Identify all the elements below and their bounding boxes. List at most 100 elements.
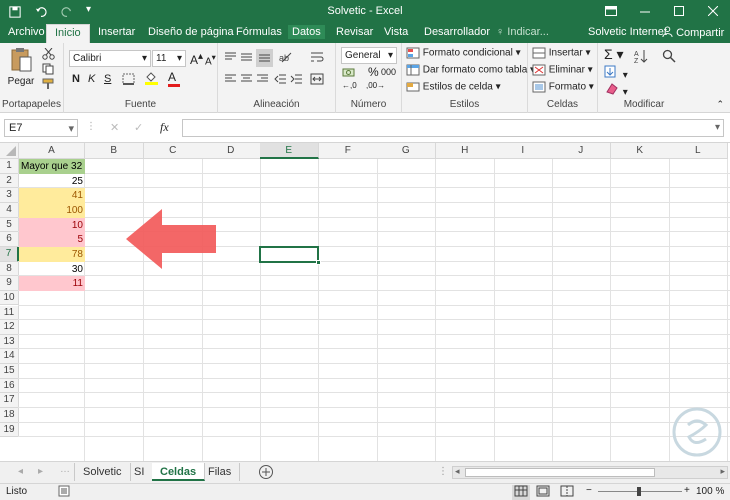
format-cells-button[interactable]: Formato ▾ [532, 81, 594, 93]
align-middle-icon[interactable] [240, 51, 253, 65]
borders-icon[interactable] [122, 73, 136, 88]
sheet-tab-celdas[interactable]: Celdas [152, 463, 206, 481]
worksheet-grid[interactable]: ABCDEFGHIJKL 1 2 3 4 5 6 7 8 9 10 11 12 13 14 15 16 17 18… [0, 143, 730, 461]
tab-datos[interactable]: Datos [288, 25, 325, 39]
normal-view-icon[interactable] [512, 485, 530, 500]
column-header-f[interactable]: F [319, 143, 378, 159]
row-header-9[interactable]: 9 [0, 276, 19, 291]
row-header-16[interactable]: 16 [0, 378, 19, 394]
wrap-text-icon[interactable] [310, 51, 324, 66]
row-header-5[interactable]: 5 [0, 217, 19, 233]
more-sheets-icon[interactable]: … [60, 464, 70, 475]
row-header-19[interactable]: 19 [0, 422, 19, 438]
tell-me-search[interactable]: ♀ Indicar... [496, 26, 549, 38]
sheet-tab-si[interactable]: SI [126, 463, 154, 481]
cell-a5[interactable]: 10 [19, 217, 85, 233]
align-right-icon[interactable] [256, 73, 269, 87]
share-button[interactable]: Compartir [662, 26, 724, 39]
format-painter-icon[interactable] [42, 78, 55, 93]
thousands-button[interactable]: 000 [381, 67, 396, 77]
delete-cells-button[interactable]: Eliminar ▾ [532, 64, 593, 76]
align-center-icon[interactable] [240, 73, 253, 87]
column-header-j[interactable]: J [552, 143, 611, 159]
clear-icon[interactable]: ▾ [604, 82, 628, 98]
cancel-entry-icon[interactable]: ✕ [110, 121, 119, 134]
font-color-icon[interactable]: A [168, 70, 180, 87]
bold-button[interactable]: N [72, 73, 80, 85]
cell-a1[interactable]: Mayor que 32 [19, 159, 85, 174]
format-as-table-button[interactable]: Dar formato como tabla ▾ [406, 64, 535, 76]
row-header-18[interactable]: 18 [0, 408, 19, 423]
fill-color-icon[interactable] [144, 71, 160, 88]
column-header-b[interactable]: B [85, 143, 144, 159]
horizontal-scrollbar[interactable]: ◂ ▸ [452, 466, 728, 479]
row-header-11[interactable]: 11 [0, 305, 19, 321]
macro-record-icon[interactable] [58, 485, 70, 500]
select-all-corner[interactable] [0, 143, 19, 159]
plus-icon[interactable] [258, 464, 274, 483]
minimize-icon[interactable] [628, 0, 662, 22]
merge-center-icon[interactable] [310, 73, 324, 88]
number-format-select[interactable]: General ▾ [341, 47, 397, 64]
cut-icon[interactable] [42, 47, 55, 63]
zoom-slider-thumb[interactable] [637, 487, 641, 496]
row-header-7[interactable]: 7 [0, 246, 19, 262]
row-header-1[interactable]: 1 [0, 159, 19, 174]
row-header-6[interactable]: 6 [0, 232, 19, 247]
tab-archivo[interactable]: Archivo [4, 25, 49, 39]
row-header-13[interactable]: 13 [0, 334, 19, 350]
row-header-4[interactable]: 4 [0, 202, 19, 218]
decrease-decimal-icon[interactable]: ,00→ [366, 81, 385, 90]
tab-insertar[interactable]: Insertar [94, 25, 139, 39]
align-bottom-icon[interactable] [256, 49, 273, 67]
cell-a8[interactable]: 30 [19, 262, 85, 277]
increase-decimal-icon[interactable]: ←,0 [342, 81, 357, 90]
align-top-icon[interactable] [224, 51, 237, 65]
grow-font-icon[interactable]: A▴ [190, 51, 203, 67]
close-icon[interactable] [696, 0, 730, 22]
cell-a7[interactable]: 78 [19, 246, 85, 262]
insert-function-button[interactable]: fx [160, 120, 169, 135]
increase-indent-icon[interactable] [290, 73, 303, 87]
tab-inicio[interactable]: Inicio [46, 24, 90, 43]
zoom-in-button[interactable]: + [684, 485, 690, 496]
column-header-e[interactable]: E [260, 143, 319, 159]
row-header-10[interactable]: 10 [0, 290, 19, 306]
italic-button[interactable]: K [88, 73, 95, 85]
scroll-left-icon[interactable]: ◂ [18, 466, 23, 477]
currency-icon[interactable] [342, 66, 356, 81]
scroll-left-arrow-icon[interactable]: ◂ [455, 466, 460, 477]
scroll-right-icon[interactable]: ▸ [38, 466, 43, 477]
row-header-14[interactable]: 14 [0, 349, 19, 365]
decrease-indent-icon[interactable] [274, 73, 287, 87]
scroll-right-arrow-icon[interactable]: ▸ [720, 466, 725, 477]
confirm-entry-icon[interactable]: ✓ [134, 121, 143, 134]
formula-input[interactable]: ▾ [182, 119, 724, 137]
insert-cells-button[interactable]: Insertar ▾ [532, 47, 591, 59]
cell-a9[interactable]: 11 [19, 276, 85, 292]
column-header-d[interactable]: D [202, 143, 261, 159]
font-name-select[interactable]: Calibri ▾ [69, 50, 151, 67]
name-box[interactable]: E7 ▾ [4, 119, 78, 137]
tab-diseno[interactable]: Diseño de página [144, 25, 238, 39]
column-header-l[interactable]: L [669, 143, 728, 159]
column-header-g[interactable]: G [377, 143, 436, 159]
cell-a4[interactable]: 100 [19, 202, 85, 218]
scrollbar-thumb[interactable] [465, 468, 655, 477]
find-select-icon[interactable] [662, 49, 676, 66]
zoom-out-button[interactable]: − [586, 485, 592, 496]
tab-formulas[interactable]: Fórmulas [232, 25, 286, 39]
sheet-tab-filas[interactable]: Filas [200, 463, 241, 481]
row-header-2[interactable]: 2 [0, 173, 19, 189]
zoom-level[interactable]: 100 % [696, 486, 724, 497]
split-handle-icon[interactable]: ⋮ [438, 466, 448, 477]
tab-revisar[interactable]: Revisar [332, 25, 377, 39]
page-layout-view-icon[interactable] [536, 485, 550, 500]
sheet-tab-solvetic[interactable]: Solvetic [74, 463, 131, 481]
row-header-3[interactable]: 3 [0, 188, 19, 203]
row-header-17[interactable]: 17 [0, 393, 19, 409]
maximize-icon[interactable] [662, 0, 696, 22]
page-break-view-icon[interactable] [560, 485, 574, 500]
underline-button[interactable]: S [104, 73, 111, 85]
column-header-k[interactable]: K [611, 143, 670, 159]
